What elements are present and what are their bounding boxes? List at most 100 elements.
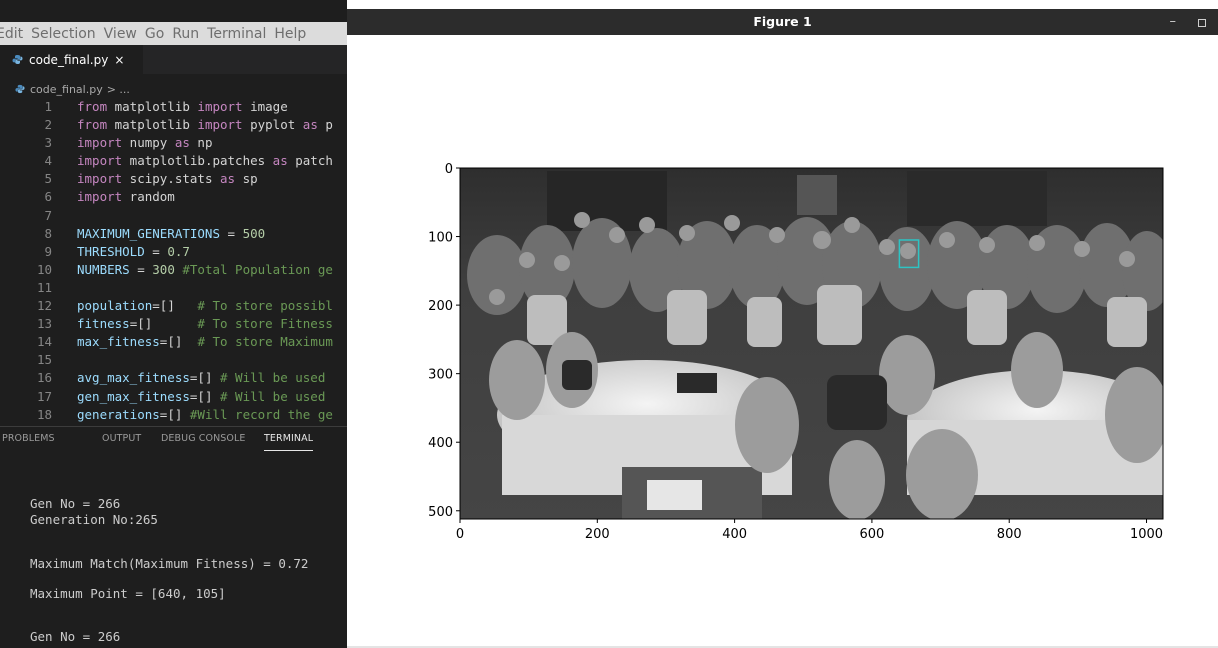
code-token: matplotlib	[107, 99, 198, 114]
tab-debug-console[interactable]: DEBUG CONSOLE	[161, 433, 246, 444]
code-text: generations=[] #Will record the ge	[77, 406, 333, 424]
code-line[interactable]: 9 THRESHOLD = 0.7	[0, 243, 347, 261]
code-token: #Total Population ge	[182, 261, 333, 277]
y-tick-label: 500	[428, 505, 453, 520]
code-token: pyplot	[242, 117, 303, 133]
code-token: =[]	[152, 298, 198, 314]
code-token: # To store possibl	[197, 298, 333, 314]
menu-help[interactable]: Help	[274, 26, 306, 42]
menu-go[interactable]: Go	[145, 26, 164, 42]
code-token: #Will record the ge	[189, 406, 333, 422]
terminal-line: Maximum Point = [640, 105]	[30, 586, 226, 601]
code-line[interactable]: 8 MAXIMUM_GENERATIONS = 500	[0, 225, 347, 243]
y-tick-label: 0	[445, 162, 453, 177]
breadcrumb: code_final.py > ...	[15, 80, 130, 98]
line-number: 17	[36, 388, 52, 404]
code-token: import	[197, 117, 243, 133]
code-line[interactable]: 15	[0, 351, 347, 369]
code-line[interactable]: 4 import matplotlib.patches as patch	[0, 152, 347, 170]
tab-label: code_final.py	[29, 52, 109, 67]
code-token: =[]	[129, 316, 198, 332]
code-token: patch	[287, 153, 333, 169]
code-text: import scipy.stats as sp	[77, 170, 258, 188]
code-line[interactable]: 16 avg_max_fitness=[] # Will be used	[0, 369, 347, 387]
code-token: =[]	[159, 334, 198, 350]
tab-output[interactable]: OUTPUT	[102, 433, 141, 444]
code-text: from matplotlib import image	[77, 98, 288, 116]
code-line[interactable]: 18 generations=[] #Will record the ge	[0, 406, 347, 424]
y-tick-label: 400	[428, 436, 453, 451]
code-line[interactable]: 7	[0, 207, 347, 225]
line-number: 7	[44, 207, 52, 223]
code-token: 0.7	[167, 243, 190, 259]
code-line[interactable]: 6 import random	[0, 188, 347, 206]
code-text: fitness=[] # To store Fitness	[77, 315, 333, 333]
x-axis: 0 200 400 600 800 1000	[456, 519, 1163, 542]
code-token: as	[302, 117, 318, 133]
code-token: THRESHOLD	[77, 243, 145, 259]
figure-title: Figure 1	[753, 14, 812, 29]
line-number: 18	[36, 406, 52, 422]
code-token: =[]	[159, 406, 190, 422]
line-number: 10	[36, 261, 52, 277]
line-number: 9	[44, 243, 52, 259]
y-axis: 0 100 200 300 400 500	[428, 162, 460, 520]
code-line[interactable]: 13 fitness=[] # To store Fitness	[0, 315, 347, 333]
menu-run[interactable]: Run	[172, 26, 199, 42]
code-line[interactable]: 1 from matplotlib import image	[0, 98, 347, 116]
code-token: 500	[242, 225, 266, 241]
y-tick-label: 300	[428, 368, 453, 383]
code-token: max_fitness	[77, 334, 160, 350]
code-token: =	[220, 225, 243, 241]
code-text: NUMBERS = 300 #Total Population ge	[77, 261, 333, 279]
code-line[interactable]: 2 from matplotlib import pyplot as p	[0, 116, 347, 134]
code-token: matplotlib.patches	[122, 153, 273, 169]
terminal-line: Gen No = 266	[30, 629, 121, 644]
code-token: =[]	[189, 370, 220, 386]
code-token: =	[144, 243, 168, 259]
code-line[interactable]: 10 NUMBERS = 300 #Total Population ge	[0, 261, 347, 279]
code-text: import numpy as np	[77, 134, 212, 152]
active-tab-indicator	[264, 450, 313, 451]
code-line[interactable]: 11	[0, 279, 347, 297]
code-token: import	[77, 189, 123, 205]
code-line[interactable]: 12 population=[] # To store possibl	[0, 297, 347, 315]
line-number: 14	[36, 334, 52, 350]
code-token: # To store Maximum	[197, 334, 333, 350]
terminal-line: Generation No:265	[30, 512, 158, 527]
breadcrumb-symbol[interactable]: > ...	[107, 83, 130, 96]
code-token: MAXIMUM_GENERATIONS	[77, 225, 220, 241]
tab-terminal[interactable]: TERMINAL	[264, 433, 313, 444]
tab-problems[interactable]: PROBLEMS	[2, 433, 55, 444]
code-token: import	[77, 171, 123, 187]
code-line[interactable]: 5 import scipy.stats as sp	[0, 170, 347, 188]
y-tick-label: 100	[428, 231, 453, 246]
code-line[interactable]: 14 max_fitness=[] # To store Maximum	[0, 333, 347, 351]
menu-selection[interactable]: Selection	[31, 26, 96, 42]
code-text: MAXIMUM_GENERATIONS = 500	[77, 225, 265, 243]
menu-edit[interactable]: Edit	[0, 26, 23, 42]
terminal-line: Maximum Match(Maximum Fitness) = 0.72	[30, 556, 309, 571]
line-number: 8	[44, 225, 52, 241]
tab-code-final[interactable]: code_final.py ×	[0, 45, 143, 74]
line-number: 11	[36, 279, 52, 295]
breadcrumb-file[interactable]: code_final.py	[30, 83, 103, 96]
menu-terminal[interactable]: Terminal	[207, 26, 266, 42]
maximize-icon[interactable]	[1198, 19, 1206, 27]
minimize-icon[interactable]: –	[1170, 14, 1177, 29]
x-tick-label: 400	[722, 527, 747, 542]
x-tick-label: 1000	[1130, 527, 1163, 542]
code-line[interactable]: 3 import numpy as np	[0, 134, 347, 152]
code-token: 300	[152, 261, 175, 277]
line-number: 2	[44, 117, 52, 133]
code-editor[interactable]: 1 from matplotlib import image 2 from matpl…	[0, 98, 347, 424]
line-number: 4	[44, 153, 52, 169]
code-line[interactable]: 17 gen_max_fitness=[] # Will be used	[0, 388, 347, 406]
code-text: import random	[77, 188, 175, 206]
line-number: 5	[44, 171, 52, 187]
tab-close-icon[interactable]: ×	[114, 53, 124, 67]
code-text: THRESHOLD = 0.7	[77, 243, 190, 261]
menu-view[interactable]: View	[104, 26, 137, 42]
code-token: # Will be used	[220, 388, 326, 404]
code-text: max_fitness=[] # To store Maximum	[77, 333, 333, 351]
